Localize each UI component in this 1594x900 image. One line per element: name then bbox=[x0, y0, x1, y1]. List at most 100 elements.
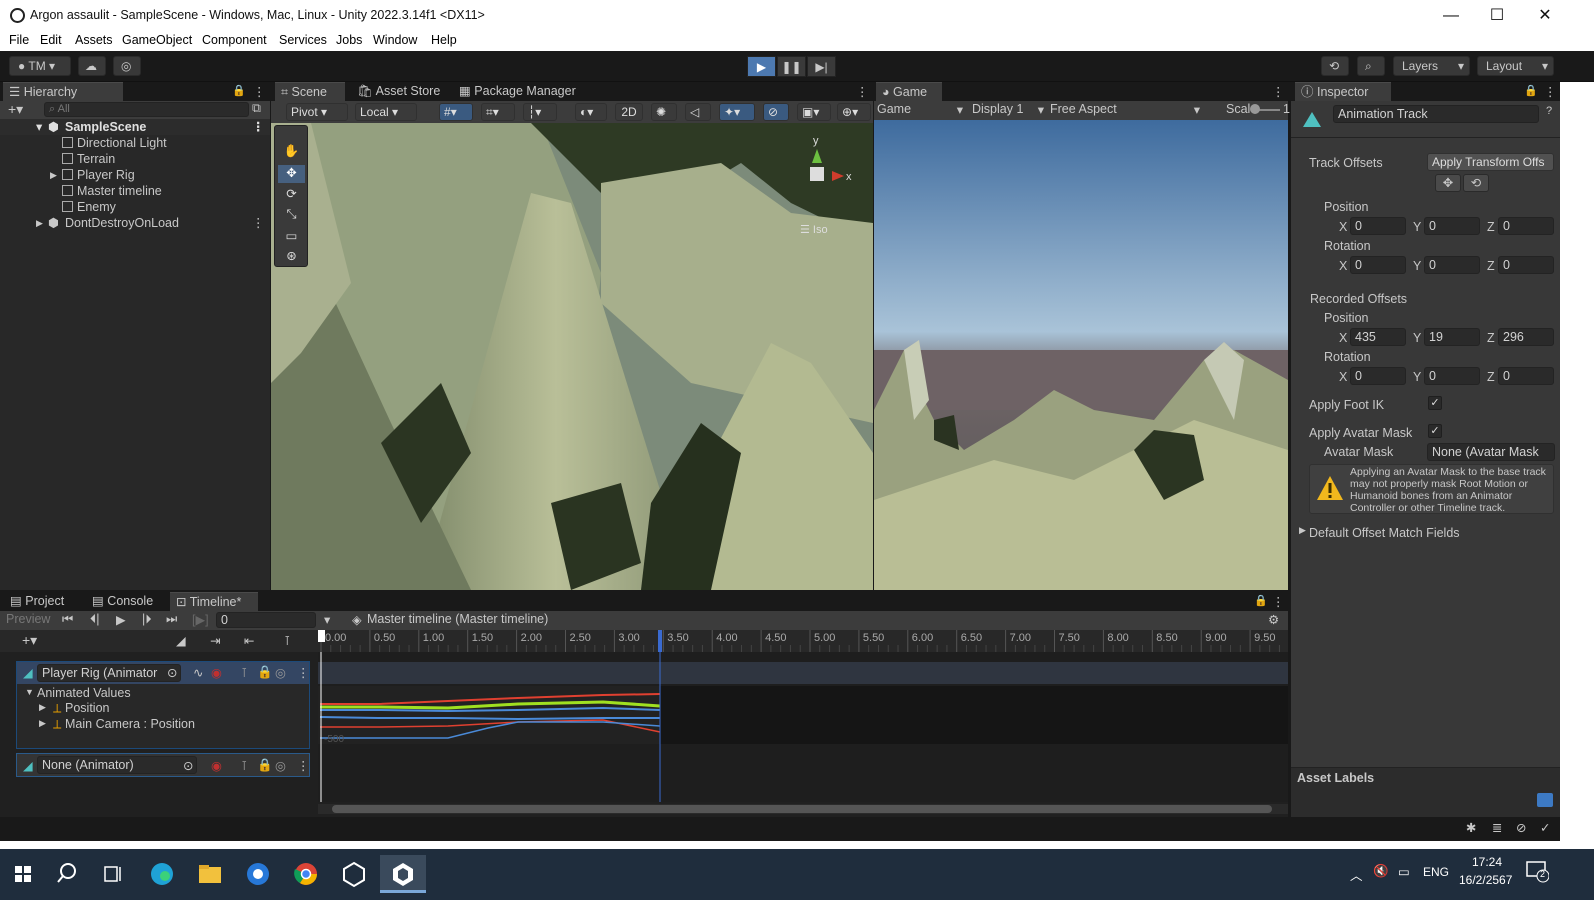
expand-arrow-icon[interactable]: ▶ bbox=[1299, 525, 1306, 536]
transform-tool-icon[interactable]: ⊛ bbox=[278, 248, 305, 266]
expand-arrow-icon[interactable]: ▶ bbox=[39, 702, 46, 713]
rotate-tool-icon[interactable]: ⟳ bbox=[278, 186, 305, 204]
hierarchy-item-terrain[interactable]: Terrain bbox=[0, 151, 270, 167]
edge-browser-icon[interactable] bbox=[142, 855, 182, 893]
pos-z-field[interactable]: 0 bbox=[1498, 217, 1554, 235]
add-button[interactable]: +▾ bbox=[8, 101, 23, 118]
lock-icon[interactable]: 🔒 bbox=[1524, 84, 1538, 97]
game-view-dropdown[interactable]: Game ▾ bbox=[877, 102, 963, 117]
track-eye-icon[interactable]: ◎ bbox=[275, 758, 286, 773]
play-icon[interactable]: ▶ bbox=[116, 612, 126, 627]
kebab-menu-icon[interactable]: ⋮ bbox=[252, 119, 265, 135]
default-offset-foldout[interactable]: Default Offset Match Fields bbox=[1309, 526, 1460, 540]
preview-toggle[interactable]: Preview bbox=[6, 612, 50, 626]
kebab-menu-icon[interactable]: ⋮ bbox=[1272, 594, 1285, 609]
scrollbar-thumb[interactable] bbox=[332, 805, 1272, 813]
object-picker-icon[interactable]: ⊙ bbox=[167, 665, 177, 680]
search-button[interactable]: ⌕ bbox=[1357, 56, 1385, 76]
layers-dropdown[interactable]: Layers ▾ bbox=[1393, 56, 1470, 76]
go-to-end-icon[interactable]: ⏭ bbox=[166, 612, 177, 627]
track-lock-icon[interactable]: 🔒 bbox=[257, 665, 273, 680]
kebab-menu-icon[interactable]: ⋮ bbox=[1544, 84, 1557, 99]
menu-help[interactable]: Help bbox=[431, 33, 457, 47]
expand-arrow-icon[interactable]: ▶ bbox=[50, 167, 57, 183]
next-frame-icon[interactable]: |⏵ bbox=[142, 612, 152, 627]
snap-increment-dropdown[interactable]: ⌗▾ bbox=[481, 103, 515, 121]
cache-icon[interactable]: ≣ bbox=[1492, 820, 1502, 835]
local-dropdown[interactable]: Local ▾ bbox=[355, 103, 417, 121]
rec-rot-y-field[interactable]: 0 bbox=[1424, 367, 1480, 385]
hand-tool-icon[interactable]: ✋ bbox=[278, 144, 305, 162]
edge-snap-icon[interactable]: ⇤ bbox=[244, 633, 254, 648]
kebab-menu-icon[interactable]: ⋮ bbox=[252, 215, 265, 231]
rot-x-field[interactable]: 0 bbox=[1350, 256, 1406, 274]
expand-arrow-icon[interactable]: ▼ bbox=[25, 687, 34, 697]
kebab-menu-icon[interactable]: ⋮ bbox=[1272, 84, 1285, 99]
rot-y-field[interactable]: 0 bbox=[1424, 256, 1480, 274]
pos-y-field[interactable]: 0 bbox=[1424, 217, 1480, 235]
track2-binding-field[interactable]: None (Animator) bbox=[37, 756, 197, 774]
unity-editor-icon[interactable] bbox=[380, 855, 426, 893]
timeline-clip-area[interactable]: -500 bbox=[318, 652, 1288, 802]
curves-icon[interactable]: ∿ bbox=[193, 665, 203, 680]
orientation-gizmo[interactable]: y x ☰ Iso bbox=[786, 135, 856, 236]
ripple-icon[interactable]: ◢ bbox=[176, 633, 186, 648]
lock-icon[interactable]: 🔒 bbox=[1254, 594, 1268, 607]
track-none-animator[interactable]: ◢ None (Animator) ⊙ ◉ ⊺ 🔒 ◎ ⋮ bbox=[16, 753, 310, 777]
task-view-icon[interactable] bbox=[92, 855, 132, 893]
tab-scene[interactable]: ⌗ Scene bbox=[275, 82, 345, 101]
menu-assets[interactable]: Assets bbox=[75, 33, 113, 47]
check-icon[interactable]: ✓ bbox=[1540, 820, 1550, 835]
scene-viewport[interactable]: ✋ ✥ ⟳ ⤡ ▭ ⊛ y x ☰ Iso bbox=[271, 123, 873, 590]
scale-tool-icon[interactable]: ⤡ bbox=[278, 207, 305, 225]
bug-icon[interactable]: ✱ bbox=[1466, 820, 1476, 835]
draw-mode-dropdown[interactable]: ◐▾ bbox=[575, 103, 607, 121]
pivot-dropdown[interactable]: Pivot ▾ bbox=[286, 103, 348, 121]
move-tool-icon[interactable]: ✥ bbox=[278, 165, 305, 183]
cloud-button[interactable]: ☁ bbox=[78, 56, 106, 76]
gizmos-dropdown[interactable]: ⊕▾ bbox=[837, 103, 871, 121]
expand-arrow-icon[interactable]: ▶ bbox=[39, 718, 46, 729]
hierarchy-search-input[interactable]: ⌕ All bbox=[44, 102, 249, 117]
app-blue-icon[interactable] bbox=[238, 855, 278, 893]
hierarchy-item-master-timeline[interactable]: Master timeline bbox=[0, 183, 270, 199]
audio-toggle[interactable]: ◁ bbox=[685, 103, 711, 121]
hidden-objects-toggle[interactable]: ⊘ bbox=[763, 103, 789, 121]
kebab-menu-icon[interactable]: ⋮ bbox=[297, 758, 310, 773]
notification-center-icon[interactable]: 2 bbox=[1525, 859, 1550, 883]
clock-time[interactable]: 17:24 bbox=[1472, 855, 1502, 869]
tab-console[interactable]: ▤ Console bbox=[86, 592, 166, 611]
track-binding-field[interactable]: Player Rig (Animator bbox=[37, 664, 181, 682]
hierarchy-item-enemy[interactable]: Enemy bbox=[0, 199, 270, 215]
step-button[interactable]: ▶| bbox=[807, 56, 836, 77]
track-eye-icon[interactable]: ◎ bbox=[275, 665, 286, 680]
hierarchy-item-player-rig[interactable]: ▶ Player Rig bbox=[0, 167, 270, 183]
file-explorer-icon[interactable] bbox=[190, 855, 230, 893]
layout-dropdown[interactable]: Layout ▾ bbox=[1477, 56, 1554, 76]
object-name-field[interactable]: Animation Track bbox=[1333, 105, 1539, 123]
kebab-menu-icon[interactable]: ⋮ bbox=[856, 84, 869, 99]
grid-snap-toggle[interactable]: #▾ bbox=[439, 103, 473, 121]
go-to-start-icon[interactable]: ⏮ bbox=[62, 612, 73, 627]
maximize-button[interactable]: ☐ bbox=[1474, 0, 1520, 31]
rec-rot-z-field[interactable]: 0 bbox=[1498, 367, 1554, 385]
menu-edit[interactable]: Edit bbox=[40, 33, 62, 47]
tab-asset-store[interactable]: 🛍 Asset Store bbox=[351, 82, 443, 101]
object-picker-icon[interactable]: ⊙ bbox=[183, 758, 193, 773]
display-dropdown[interactable]: Display 1 ▾ bbox=[972, 102, 1044, 117]
expand-arrow-icon[interactable]: ▶ bbox=[36, 215, 43, 231]
tab-project[interactable]: ▤ Project bbox=[4, 592, 82, 611]
tab-timeline[interactable]: ⊡ Timeline* bbox=[170, 592, 258, 611]
apply-foot-ik-checkbox[interactable]: ✓ bbox=[1428, 396, 1442, 410]
lighting-toggle[interactable]: ✺ bbox=[651, 103, 677, 121]
rot-z-field[interactable]: 0 bbox=[1498, 256, 1554, 274]
scene-visibility-icon[interactable]: ⧉ bbox=[252, 101, 261, 116]
play-range-icon[interactable]: [▶] bbox=[192, 612, 209, 627]
account-dropdown[interactable]: ● TM ▾ bbox=[9, 56, 71, 76]
kebab-menu-icon[interactable]: ⋮ bbox=[253, 84, 266, 99]
menu-jobs[interactable]: Jobs bbox=[336, 33, 362, 47]
aspect-dropdown[interactable]: Free Aspect ▾ bbox=[1050, 102, 1200, 117]
effects-dropdown[interactable]: ✦▾ bbox=[719, 103, 755, 121]
tab-game[interactable]: ◕ Game bbox=[876, 82, 942, 101]
chevron-down-icon[interactable]: ▾ bbox=[324, 612, 330, 627]
